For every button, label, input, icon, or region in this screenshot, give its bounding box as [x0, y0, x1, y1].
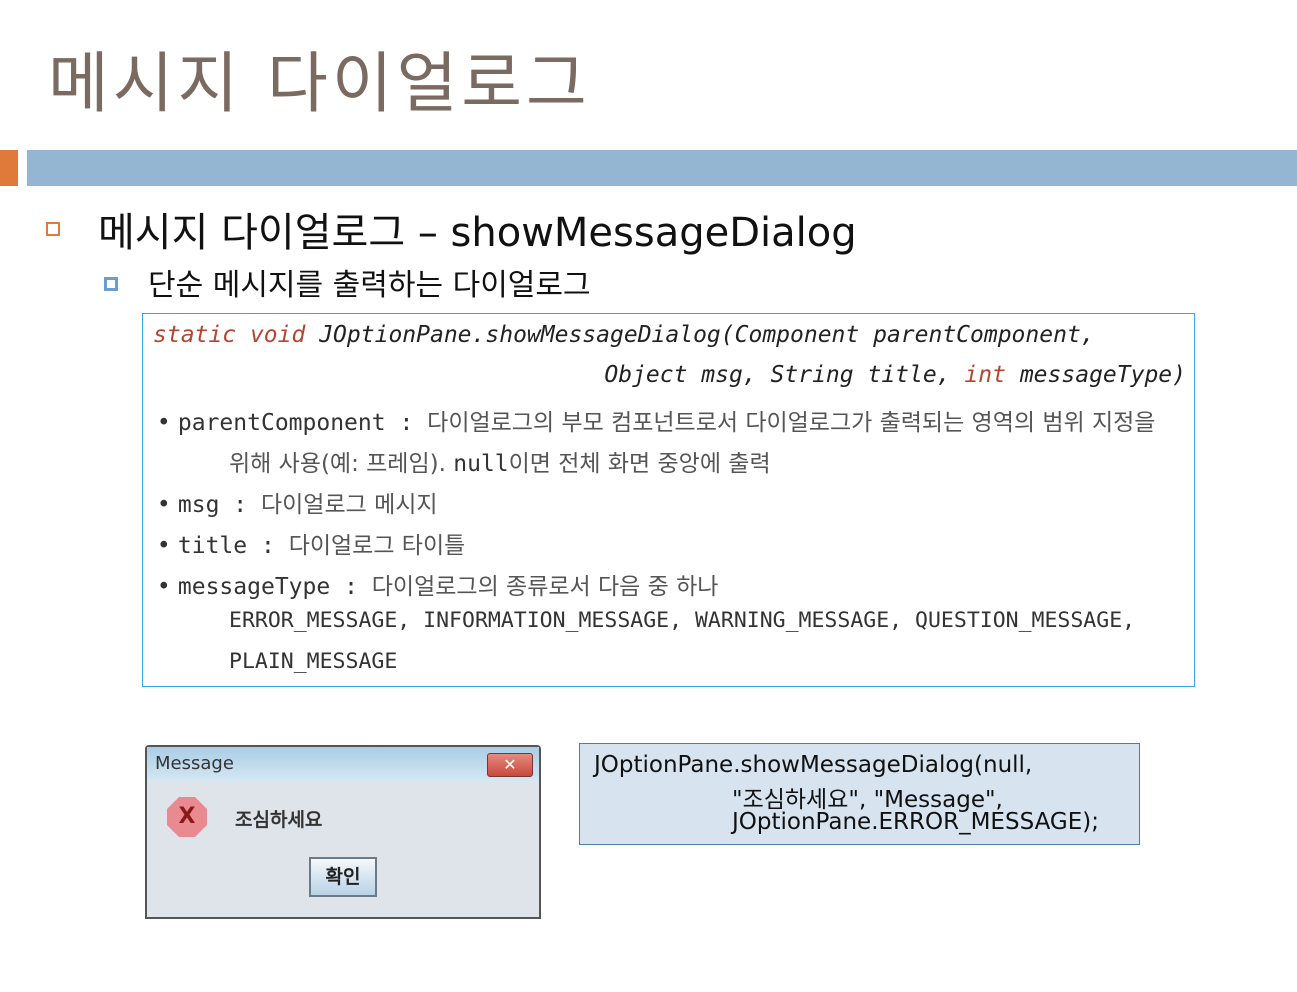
param-msg: • msg : 다이얼로그 메시지	[157, 492, 438, 518]
accent-bar	[0, 150, 18, 186]
param-title: • title : 다이얼로그 타이틀	[157, 533, 466, 559]
param-parentComponent: • parentComponent : 다이얼로그의 부모 컴포넌트로서 다이얼…	[157, 410, 1156, 436]
sub-bullet-icon	[104, 277, 118, 291]
title-band	[27, 150, 1297, 186]
signature-line-1: static void JOptionPane.showMessageDialo…	[153, 322, 1095, 348]
bullet-icon	[46, 222, 60, 236]
code-example: JOptionPane.showMessageDialog(null, "조심하…	[579, 743, 1140, 845]
dialog-message: 조심하세요	[235, 809, 323, 831]
param-messageType: • messageType : 다이얼로그의 종류로서 다음 중 하나	[157, 574, 719, 600]
param-parentComponent-cont: 위해 사용(예: 프레임). null이면 전체 화면 중앙에 출력	[229, 451, 771, 477]
signature-line-2: Object msg, String title, int messageTyp…	[604, 362, 1186, 388]
message-types-2: PLAIN_MESSAGE	[229, 649, 398, 674]
error-icon: X	[167, 797, 207, 837]
api-box: static void JOptionPane.showMessageDialo…	[142, 313, 1195, 687]
close-button[interactable]: ✕	[487, 753, 533, 777]
message-types-1: ERROR_MESSAGE, INFORMATION_MESSAGE, WARN…	[229, 608, 1136, 633]
heading: 메시지 다이얼로그 – showMessageDialog	[98, 210, 857, 256]
code-line-3: JOptionPane.ERROR_MESSAGE);	[732, 809, 1100, 835]
ok-button[interactable]: 확인	[309, 857, 377, 897]
slide-title: 메시지 다이얼로그	[48, 45, 591, 122]
subheading: 단순 메시지를 출력하는 다이얼로그	[148, 268, 591, 303]
code-line-1: JOptionPane.showMessageDialog(null,	[594, 752, 1033, 778]
dialog-title: Message	[147, 747, 539, 781]
message-dialog: Message ✕ X 조심하세요 확인	[145, 745, 541, 919]
